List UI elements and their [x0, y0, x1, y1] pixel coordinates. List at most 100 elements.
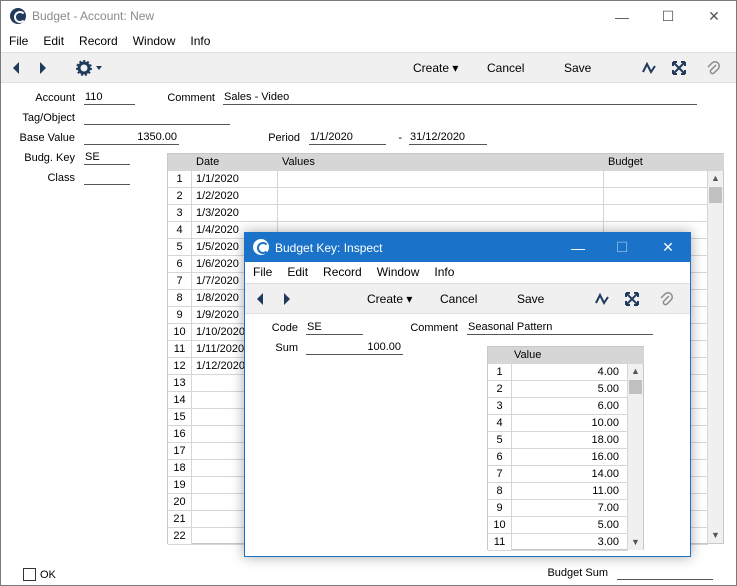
value-cell[interactable]: 18.00 — [512, 432, 628, 449]
dialog-paperclip-icon[interactable] — [658, 291, 674, 307]
dialog-grid-header-value: Value — [512, 347, 644, 364]
dialog-menu-record[interactable]: Record — [315, 263, 369, 283]
dialog-back-arrow-icon[interactable] — [252, 291, 268, 307]
values-cell[interactable] — [278, 171, 604, 188]
value-cell[interactable]: 5.00 — [512, 517, 628, 534]
row-number: 18 — [168, 460, 192, 477]
dialog-grid-scrollbar[interactable]: ▲ ▼ — [628, 364, 643, 550]
tag-object-label: Tag/Object — [22, 112, 75, 124]
dialog-maximize-button[interactable]: ☐ — [599, 233, 645, 262]
date-cell[interactable]: 1/1/2020 — [192, 171, 278, 188]
class-field[interactable] — [84, 171, 130, 185]
expand-icon[interactable] — [671, 60, 687, 76]
dialog-close-button[interactable]: ✕ — [645, 233, 691, 262]
date-cell[interactable]: 1/2/2020 — [192, 188, 278, 205]
create-button[interactable]: Create ▾ — [413, 61, 458, 75]
maximize-button[interactable]: ☐ — [645, 1, 691, 32]
period-to-field[interactable]: 31/12/2020 — [409, 131, 487, 145]
value-cell[interactable]: 6.00 — [512, 398, 628, 415]
base-value-field[interactable]: 1350.00 — [84, 131, 179, 145]
dialog-expand-icon[interactable] — [624, 291, 640, 307]
value-cell[interactable]: 5.00 — [512, 381, 628, 398]
value-cell[interactable]: 3.00 — [512, 534, 628, 551]
row-number: 9 — [488, 500, 512, 517]
value-row[interactable]: 5 18.00 — [488, 432, 628, 449]
dialog-activity-icon[interactable] — [594, 291, 610, 307]
gear-icon[interactable] — [76, 60, 104, 76]
code-field[interactable]: SE — [306, 321, 363, 335]
menu-info[interactable]: Info — [182, 32, 217, 52]
value-row[interactable]: 7 14.00 — [488, 466, 628, 483]
close-button[interactable]: ✕ — [691, 1, 737, 32]
value-cell[interactable]: 14.00 — [512, 466, 628, 483]
dialog-cancel-button[interactable]: Cancel — [440, 292, 477, 306]
date-cell[interactable]: 1/3/2020 — [192, 205, 278, 222]
budget-cell[interactable] — [604, 188, 708, 205]
paperclip-icon[interactable] — [705, 60, 721, 76]
minimize-button[interactable]: — — [599, 1, 645, 32]
row-number: 13 — [168, 375, 192, 392]
value-cell[interactable]: 16.00 — [512, 449, 628, 466]
menu-window[interactable]: Window — [125, 32, 183, 52]
row-number: 2 — [488, 381, 512, 398]
budget-cell[interactable] — [604, 205, 708, 222]
value-row[interactable]: 6 16.00 — [488, 449, 628, 466]
values-cell[interactable] — [278, 205, 604, 222]
scroll-thumb[interactable] — [709, 187, 722, 203]
value-row[interactable]: 8 11.00 — [488, 483, 628, 500]
dialog-menu-edit[interactable]: Edit — [279, 263, 315, 283]
dialog-menu-info[interactable]: Info — [426, 263, 461, 283]
tag-object-field[interactable] — [84, 111, 230, 125]
dialog-scroll-up-icon[interactable]: ▲ — [628, 364, 643, 379]
value-row[interactable]: 3 6.00 — [488, 398, 628, 415]
save-button[interactable]: Save — [564, 61, 591, 75]
menu-record[interactable]: Record — [71, 32, 125, 52]
ok-checkbox[interactable] — [23, 568, 36, 581]
table-row[interactable]: 1 1/1/2020 — [168, 171, 708, 188]
dialog-comment-field[interactable]: Seasonal Pattern — [467, 321, 653, 335]
menu-file[interactable]: File — [1, 32, 35, 52]
dialog-titlebar: Budget Key: Inspect — ☐ ✕ — [245, 233, 690, 262]
value-row[interactable]: 2 5.00 — [488, 381, 628, 398]
scroll-up-icon[interactable]: ▲ — [708, 171, 723, 186]
comment-field[interactable]: Sales - Video — [223, 91, 697, 105]
account-field[interactable]: 110 — [84, 91, 135, 105]
dialog-forward-arrow-icon[interactable] — [279, 291, 295, 307]
code-label: Code — [271, 322, 298, 334]
menu-edit[interactable]: Edit — [35, 32, 71, 52]
dialog-scroll-thumb[interactable] — [629, 380, 642, 394]
budget-grid-scrollbar[interactable]: ▲ ▼ — [708, 171, 723, 543]
value-row[interactable]: 4 10.00 — [488, 415, 628, 432]
dialog-menu-file[interactable]: File — [245, 263, 279, 283]
table-row[interactable]: 2 1/2/2020 — [168, 188, 708, 205]
budget-cell[interactable] — [604, 171, 708, 188]
value-row[interactable]: 1 4.00 — [488, 364, 628, 381]
back-arrow-icon[interactable] — [8, 60, 24, 76]
forward-arrow-icon[interactable] — [35, 60, 51, 76]
cancel-button[interactable]: Cancel — [487, 61, 524, 75]
budg-key-field[interactable]: SE — [84, 151, 130, 165]
dialog-minimize-button[interactable]: — — [555, 233, 601, 262]
dialog-create-button[interactable]: Create ▾ — [367, 292, 412, 306]
value-row[interactable]: 9 7.00 — [488, 500, 628, 517]
dialog-comment-label: Comment — [410, 322, 458, 334]
budget-sum-field — [617, 566, 713, 580]
values-cell[interactable] — [278, 188, 604, 205]
table-row[interactable]: 3 1/3/2020 — [168, 205, 708, 222]
dialog-scroll-down-icon[interactable]: ▼ — [628, 535, 643, 550]
value-cell[interactable]: 10.00 — [512, 415, 628, 432]
row-number: 1 — [168, 171, 192, 188]
period-from-field[interactable]: 1/1/2020 — [309, 131, 386, 145]
row-number: 8 — [168, 290, 192, 307]
scroll-down-icon[interactable]: ▼ — [708, 528, 723, 543]
dialog-menu-window[interactable]: Window — [369, 263, 427, 283]
value-row[interactable]: 11 3.00 — [488, 534, 628, 551]
dialog-save-button[interactable]: Save — [517, 292, 544, 306]
value-cell[interactable]: 11.00 — [512, 483, 628, 500]
activity-icon[interactable] — [641, 60, 657, 76]
budget-sum-label: Budget Sum — [547, 567, 608, 579]
value-cell[interactable]: 4.00 — [512, 364, 628, 381]
value-cell[interactable]: 7.00 — [512, 500, 628, 517]
value-row[interactable]: 10 5.00 — [488, 517, 628, 534]
main-menubar: File Edit Record Window Info — [1, 32, 736, 52]
